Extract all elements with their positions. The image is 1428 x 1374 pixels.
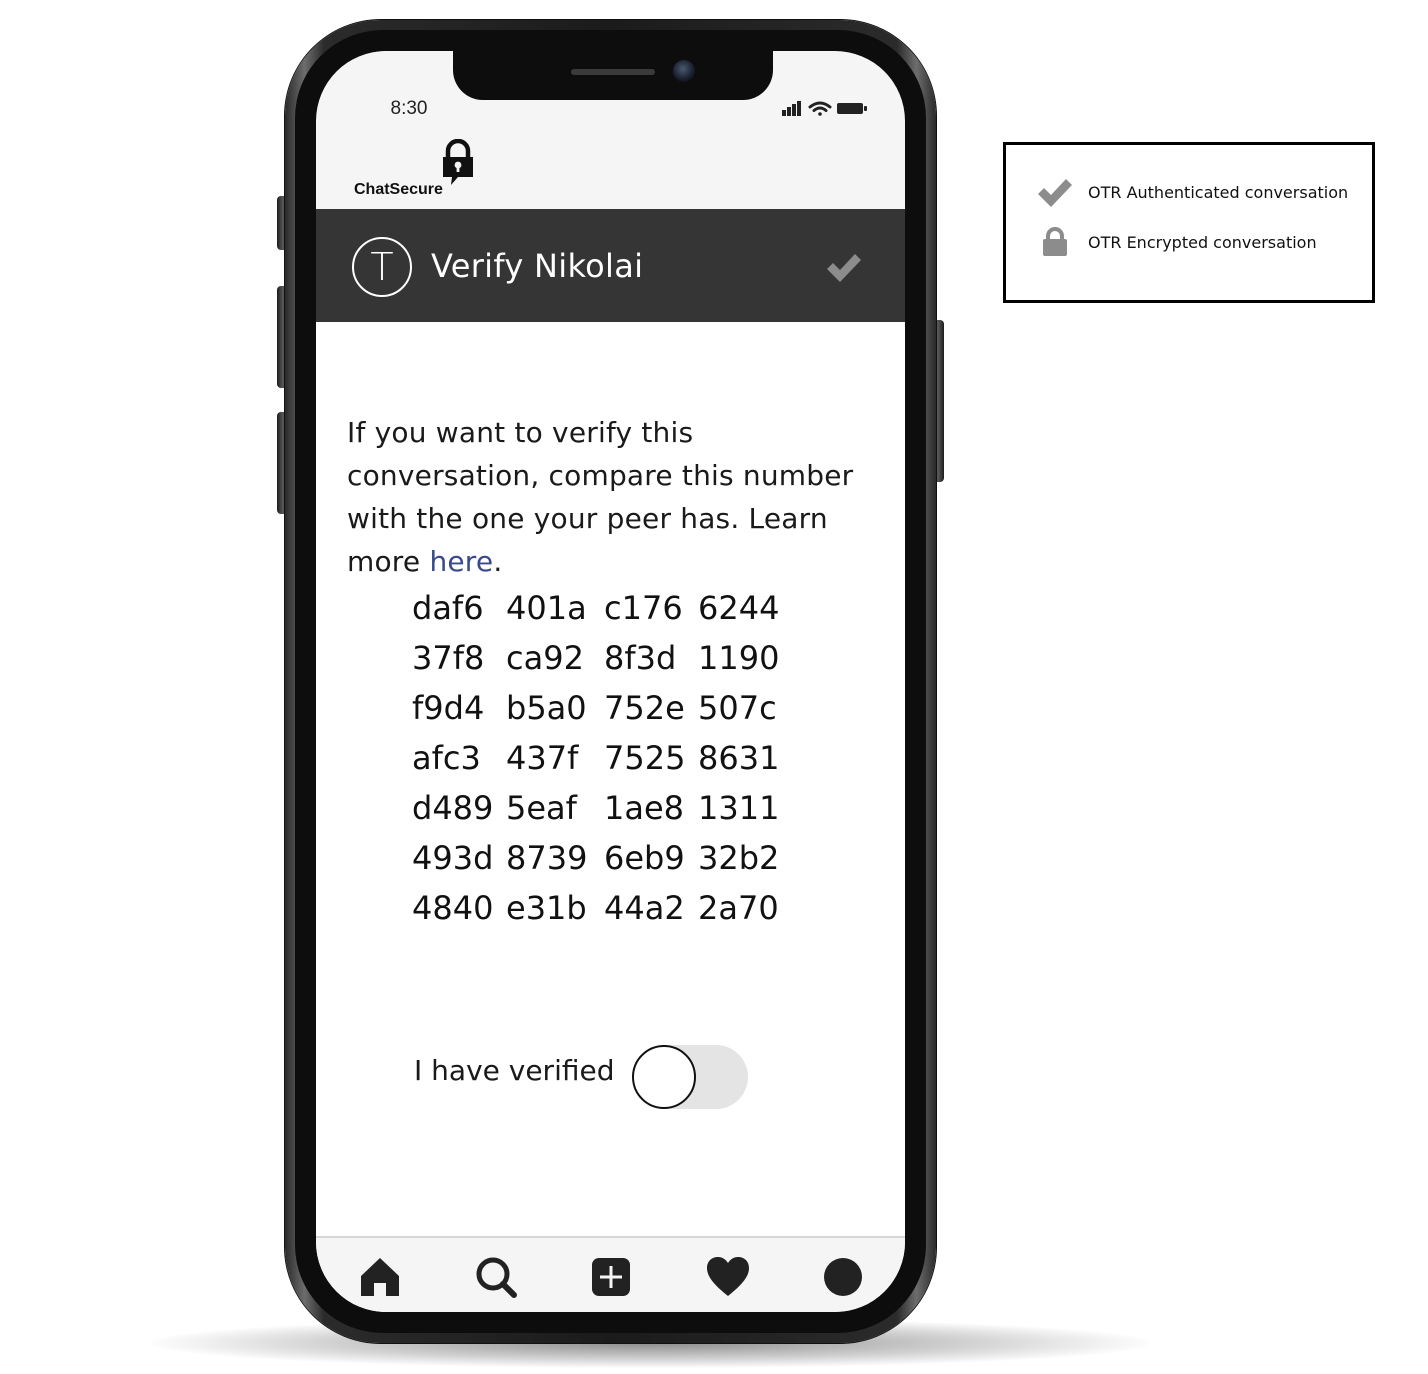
page-title: Verify Nikolai xyxy=(431,247,644,285)
intro-body: If you want to verify this conversation,… xyxy=(347,416,854,578)
fingerprint-block: 5eaf xyxy=(506,789,577,827)
contact-avatar[interactable]: T xyxy=(352,237,412,297)
fingerprint-block: 8739 xyxy=(506,839,588,877)
fingerprint-block: e31b xyxy=(506,889,587,927)
fingerprint-block: 44a2 xyxy=(604,889,685,927)
fingerprint-block: 1311 xyxy=(698,789,780,827)
phone-frame: 8:30 ChatSecure T Verify Nikolai If you … xyxy=(285,20,936,1343)
signal-icon xyxy=(782,101,801,116)
fingerprint-block: 437f xyxy=(506,739,579,777)
fingerprint-block: 2a70 xyxy=(698,889,779,927)
fingerprint-block: 32b2 xyxy=(698,839,780,877)
wifi-icon xyxy=(808,101,832,116)
verify-content: If you want to verify this conversation,… xyxy=(316,322,905,1236)
fingerprint-block: 401a xyxy=(506,589,587,627)
app-bar: T Verify Nikolai xyxy=(316,209,905,322)
search-icon[interactable] xyxy=(473,1254,519,1300)
intro-suffix: . xyxy=(493,545,503,578)
lock-icon xyxy=(1043,227,1067,256)
intro-text: If you want to verify this conversation,… xyxy=(347,411,892,583)
fingerprint-block: 8f3d xyxy=(604,639,677,677)
fingerprint-block: ca92 xyxy=(506,639,584,677)
verified-toggle[interactable] xyxy=(632,1045,748,1109)
legend: OTR Authenticated conversation OTR Encry… xyxy=(1003,142,1375,303)
fingerprint-block: afc3 xyxy=(412,739,481,777)
fingerprint-block: c176 xyxy=(604,589,683,627)
fingerprint-block: 752e xyxy=(604,689,685,727)
check-icon xyxy=(1038,179,1072,207)
fingerprint-block: 493d xyxy=(412,839,494,877)
status-icons xyxy=(782,98,872,118)
speaker xyxy=(571,69,655,75)
legend-label: OTR Encrypted conversation xyxy=(1088,233,1317,252)
fingerprint-block: b5a0 xyxy=(506,689,587,727)
bottom-nav xyxy=(316,1236,905,1312)
fingerprint-block: d489 xyxy=(412,789,494,827)
fingerprint-block: 1190 xyxy=(698,639,780,677)
check-icon xyxy=(827,254,861,282)
fingerprint-block: 1ae8 xyxy=(604,789,685,827)
legend-label: OTR Authenticated conversation xyxy=(1088,183,1349,202)
phone-screen: 8:30 ChatSecure T Verify Nikolai If you … xyxy=(316,51,905,1312)
fingerprint-block: 6244 xyxy=(698,589,780,627)
fingerprint-block: 4840 xyxy=(412,889,494,927)
status-time: 8:30 xyxy=(390,98,428,119)
battery-icon xyxy=(837,103,867,114)
fingerprint-grid: daf6 401a c176 6244 37f8 ca92 8f3d 1190 … xyxy=(412,583,788,933)
fingerprint-block: daf6 xyxy=(412,589,484,627)
lock-icon xyxy=(443,139,473,185)
fingerprint-block: 507c xyxy=(698,689,777,727)
learn-more-link[interactable]: here xyxy=(429,545,493,578)
heart-icon[interactable] xyxy=(705,1254,751,1300)
fingerprint-block: 7525 xyxy=(604,739,686,777)
profile-icon[interactable] xyxy=(820,1254,866,1300)
fingerprint-block: f9d4 xyxy=(412,689,485,727)
front-camera xyxy=(673,60,695,82)
toggle-knob[interactable] xyxy=(632,1045,696,1109)
fingerprint-block: 8631 xyxy=(698,739,780,777)
brand-name: ChatSecure xyxy=(354,181,443,198)
verified-label: I have verified xyxy=(414,1054,615,1087)
add-icon[interactable] xyxy=(588,1254,634,1300)
chatsecure-logo: ChatSecure xyxy=(354,139,514,209)
notch xyxy=(453,51,773,100)
home-icon[interactable] xyxy=(357,1254,403,1300)
fingerprint-block: 37f8 xyxy=(412,639,485,677)
fingerprint-block: 6eb9 xyxy=(604,839,685,877)
